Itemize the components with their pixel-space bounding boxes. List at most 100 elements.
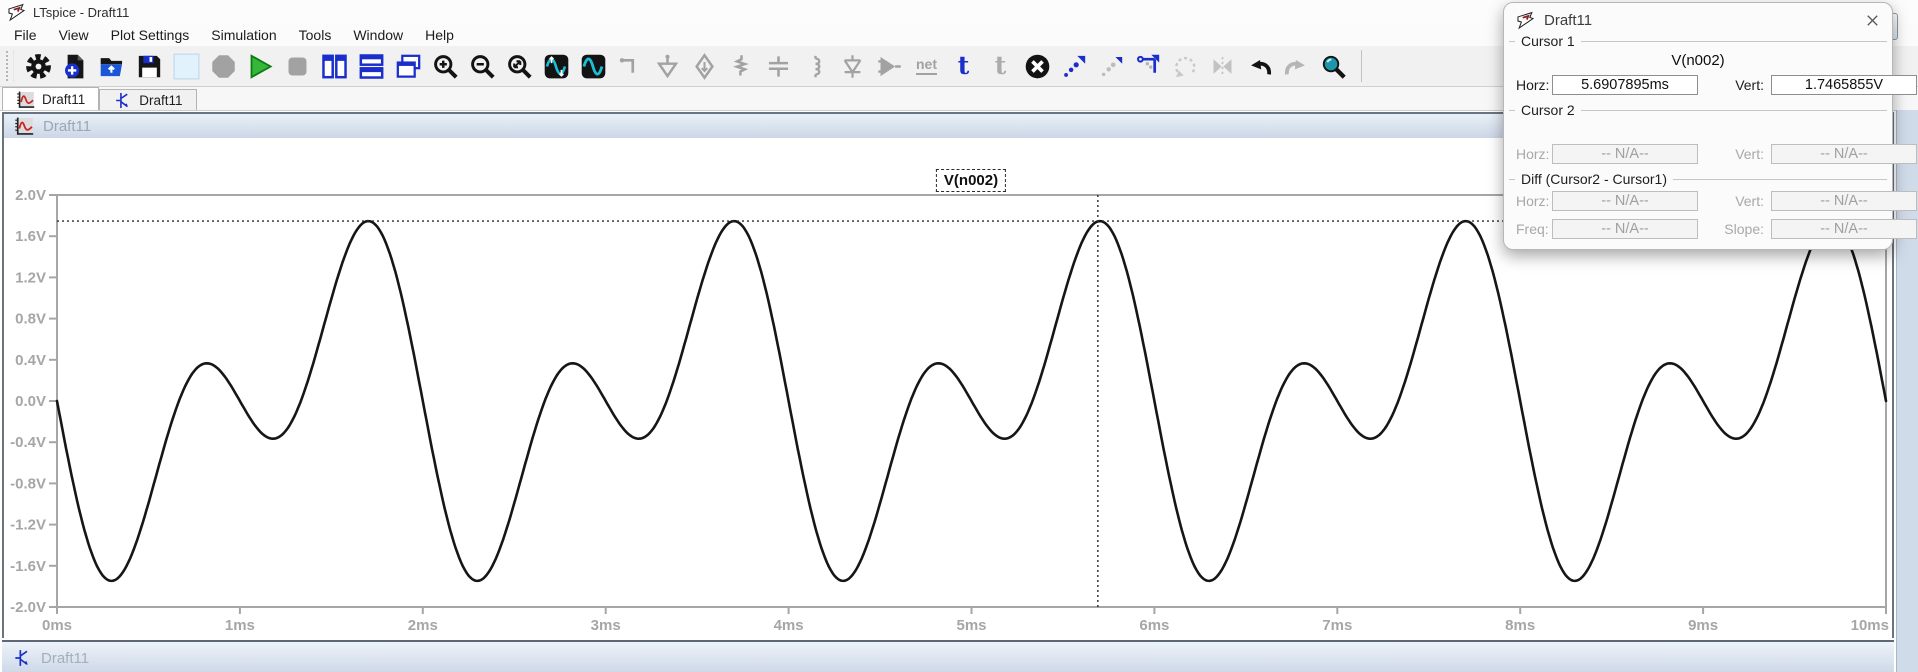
halt-icon [284,53,311,80]
spice-directive-icon: t [995,55,1007,76]
toolbar-run-button[interactable] [242,48,279,84]
y-tick-label: -0.4V [10,434,46,451]
cursor1-horz-field[interactable]: 5.6907895ms [1552,75,1698,95]
toolbar-voltage-source-button [686,48,723,84]
toolbar-pause-button [205,48,242,84]
y-tick-label: 0.8V [15,311,46,328]
menu-window[interactable]: Window [342,25,414,45]
ltspice-app-window: LTspice - Draft11 FileViewPlot SettingsS… [0,0,1918,672]
diode-icon [839,53,866,80]
toolbar-zoom-full-extents-button[interactable] [501,48,538,84]
waveform-window-title: Draft11 [43,118,91,135]
toolbar-plot-pane-button[interactable] [575,48,612,84]
toolbar-save-button[interactable] [131,48,168,84]
empty-slot-icon [173,53,200,80]
drag-icon [1098,53,1125,80]
toolbar-new-schematic-button[interactable] [57,48,94,84]
toolbar-halt-button [279,48,316,84]
redo-icon [1283,53,1310,80]
toolbar-rotate-button [1167,48,1204,84]
menu-tools[interactable]: Tools [288,25,343,45]
capacitor-icon [765,53,792,80]
cursor2-vert-label: Vert: [1722,146,1764,162]
tab-label: Draft11 [139,93,182,108]
cursor-dialog-title: Draft11 [1544,12,1592,29]
toolbar-zoom-in-button[interactable] [427,48,464,84]
toolbar-find-button[interactable] [1315,48,1352,84]
diff-horz-field: -- N/A-- [1552,191,1698,211]
tab-label: Draft11 [42,92,85,107]
toolbar-undo-button[interactable] [1241,48,1278,84]
schematic-window-titlebar[interactable]: Draft11 [2,640,1894,672]
diff-row: Horz: -- N/A-- Vert: -- N/A-- [1516,190,1917,212]
app-title: LTspice - Draft11 [33,5,129,20]
control-panel-icon [25,53,52,80]
x-tick-label: 2ms [408,617,438,634]
paste-icon [1135,53,1162,80]
zoom-out-icon [469,53,496,80]
x-tick-label: 1ms [225,617,255,634]
toolbar-tile-vertically-button[interactable] [316,48,353,84]
y-tick-label: 0.4V [15,352,46,369]
toolbar-zoom-out-button[interactable] [464,48,501,84]
move-icon [1061,53,1088,80]
cursor1-group-label: Cursor 1 [1521,33,1575,49]
zoom-in-icon [432,53,459,80]
tile-horizontally-icon [358,53,385,80]
toolbar-autorange-y-axis-button[interactable] [538,48,575,84]
schematic-tab-icon [113,91,132,110]
cursor-dialog-logo-icon [1516,11,1535,30]
cursor2-group-rule: Cursor 2 [1509,103,1887,117]
toolbar-control-panel-button[interactable] [20,48,57,84]
cursor1-horz-label: Horz: [1516,77,1552,93]
toolbar-cascade-windows-button[interactable] [390,48,427,84]
diff-freq-label: Freq: [1516,221,1552,237]
menu-simulation[interactable]: Simulation [200,25,287,45]
text-icon: t [958,55,970,76]
cursor-dialog: Draft11 Cursor 1 V(n002) Horz: 5.6907895… [1503,2,1893,250]
y-tick-label: 1.6V [15,228,46,245]
tab-draft11-waveform[interactable]: Draft11 [2,87,99,110]
diff-slope-label: Slope: [1722,221,1764,237]
ltspice-logo-icon [7,3,26,22]
rotate-icon [1172,53,1199,80]
toolbar-tile-horizontally-button[interactable] [353,48,390,84]
plot-pane-icon [580,53,607,80]
waveform-window-icon [14,116,34,136]
cursor1-group-rule: Cursor 1 [1509,34,1887,48]
menu-plot-settings[interactable]: Plot Settings [100,25,201,45]
toolbar-component-button [871,48,908,84]
cursor-dialog-titlebar[interactable]: Draft11 [1516,9,1882,31]
run-icon [247,53,274,80]
toolbar-paste-button[interactable] [1130,48,1167,84]
toolbar-move-button[interactable] [1056,48,1093,84]
menu-file[interactable]: File [3,25,48,45]
schematic-window-title: Draft11 [41,650,89,667]
diff-group-label: Diff (Cursor2 - Cursor1) [1521,171,1667,187]
cursor1-vert-field[interactable]: 1.7465855V [1771,75,1917,95]
x-tick-label: 8ms [1505,617,1535,634]
toolbar-text-button[interactable]: t [945,48,982,84]
trace-legend-label[interactable]: V(n002) [936,169,1006,192]
toolbar-redo-button [1278,48,1315,84]
resistor-icon [728,53,755,80]
cursor1-trace-name: V(n002) [1504,52,1892,69]
toolbar-open-button[interactable] [94,48,131,84]
save-icon [136,53,163,80]
y-tick-label: 2.0V [15,187,46,204]
toolbar-diode-button [834,48,871,84]
toolbar-gripper [6,51,14,81]
diff-group-rule: Diff (Cursor2 - Cursor1) [1509,172,1887,186]
zoom-full-extents-icon [506,53,533,80]
menu-view[interactable]: View [48,25,100,45]
cursor1-vert-label: Vert: [1722,77,1764,93]
toolbar-delete-button[interactable] [1019,48,1056,84]
component-icon [876,53,903,80]
menu-help[interactable]: Help [414,25,465,45]
delete-icon [1024,53,1051,80]
tab-draft11-schematic[interactable]: Draft11 [99,89,196,110]
x-tick-label: 4ms [774,617,804,634]
diff-vert-field: -- N/A-- [1771,191,1917,211]
toolbar-mirror-button [1204,48,1241,84]
cursor-dialog-close-icon[interactable] [1863,11,1882,30]
